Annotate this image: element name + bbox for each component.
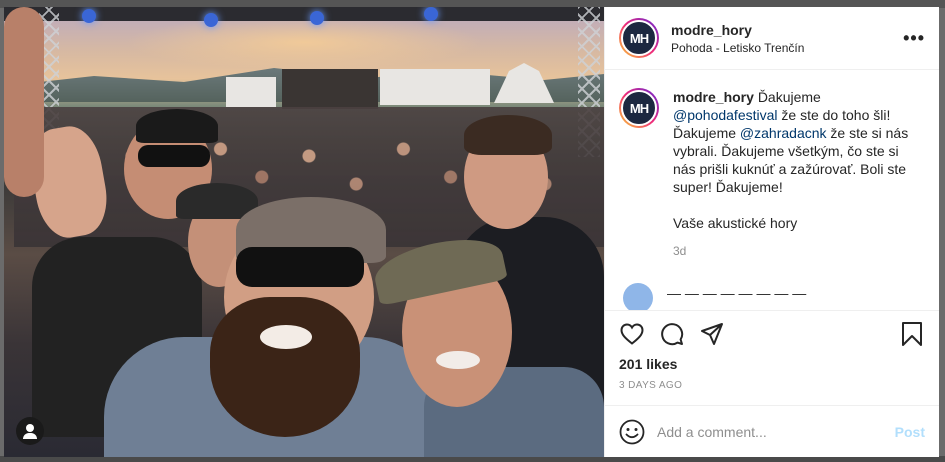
avatar[interactable]: MH: [619, 88, 659, 128]
avatar-logo: MH: [629, 100, 649, 116]
photo-sunglasses: [236, 247, 364, 287]
photo-cap: [136, 109, 218, 143]
photo-smile: [436, 351, 480, 369]
caption-time[interactable]: 3d: [673, 244, 925, 258]
photo-stage: [282, 69, 378, 109]
caption-username[interactable]: modre_hory: [673, 89, 754, 105]
mention-link[interactable]: @pohodafestival: [673, 107, 778, 123]
share-icon[interactable]: [699, 321, 725, 347]
more-icon[interactable]: •••: [903, 28, 925, 49]
stage-light: [82, 9, 96, 23]
avatar[interactable]: [623, 283, 653, 310]
photo-smile: [260, 325, 312, 349]
post-header: MH modre_hory Pohoda - Letisko Trenčín •…: [605, 7, 939, 70]
photo-sky: [124, 15, 484, 70]
avatar-logo: MH: [629, 30, 649, 46]
caption-comment: MH modre_hory Ďakujeme @pohodafestival ž…: [619, 88, 925, 232]
stage-light: [310, 11, 324, 25]
caption-part: Ďakujeme: [757, 89, 821, 105]
add-comment-bar: Post: [605, 405, 939, 457]
post-sidebar: MH modre_hory Pohoda - Letisko Trenčín •…: [604, 7, 939, 457]
comment-icon[interactable]: [659, 321, 685, 347]
photo-sunglasses: [138, 145, 210, 167]
caption-text: modre_hory Ďakujeme @pohodafestival že s…: [673, 88, 923, 232]
user-tag-icon[interactable]: [16, 417, 44, 445]
avatar[interactable]: MH: [619, 18, 659, 58]
caption-signoff: Vaše akustické hory: [673, 215, 798, 231]
next-comment-preview: — — — — — — — —: [667, 285, 807, 301]
comment-input[interactable]: [657, 423, 895, 440]
photo-beard: [210, 297, 360, 437]
bookmark-icon[interactable]: [899, 321, 925, 347]
post-date[interactable]: 3 DAYS AGO: [605, 380, 939, 391]
post-photo[interactable]: [4, 7, 604, 457]
comments-section: MH modre_hory Ďakujeme @pohodafestival ž…: [605, 70, 939, 310]
post-username[interactable]: modre_hory: [671, 22, 903, 38]
emoji-icon[interactable]: [619, 419, 645, 445]
photo-arm: [4, 7, 44, 197]
photo-hair: [464, 115, 552, 155]
action-bar: [605, 310, 939, 356]
stage-light: [424, 7, 438, 21]
post-modal: MH modre_hory Pohoda - Letisko Trenčín •…: [4, 7, 939, 457]
post-location[interactable]: Pohoda - Letisko Trenčín: [671, 41, 903, 55]
stage-light: [204, 13, 218, 27]
likes-count[interactable]: 201 likes: [605, 356, 939, 372]
mention-link[interactable]: @zahradacnk: [740, 125, 827, 141]
photo-tent: [380, 69, 490, 105]
post-button[interactable]: Post: [895, 424, 925, 440]
heart-icon[interactable]: [619, 321, 645, 347]
photo-tent: [226, 77, 276, 107]
